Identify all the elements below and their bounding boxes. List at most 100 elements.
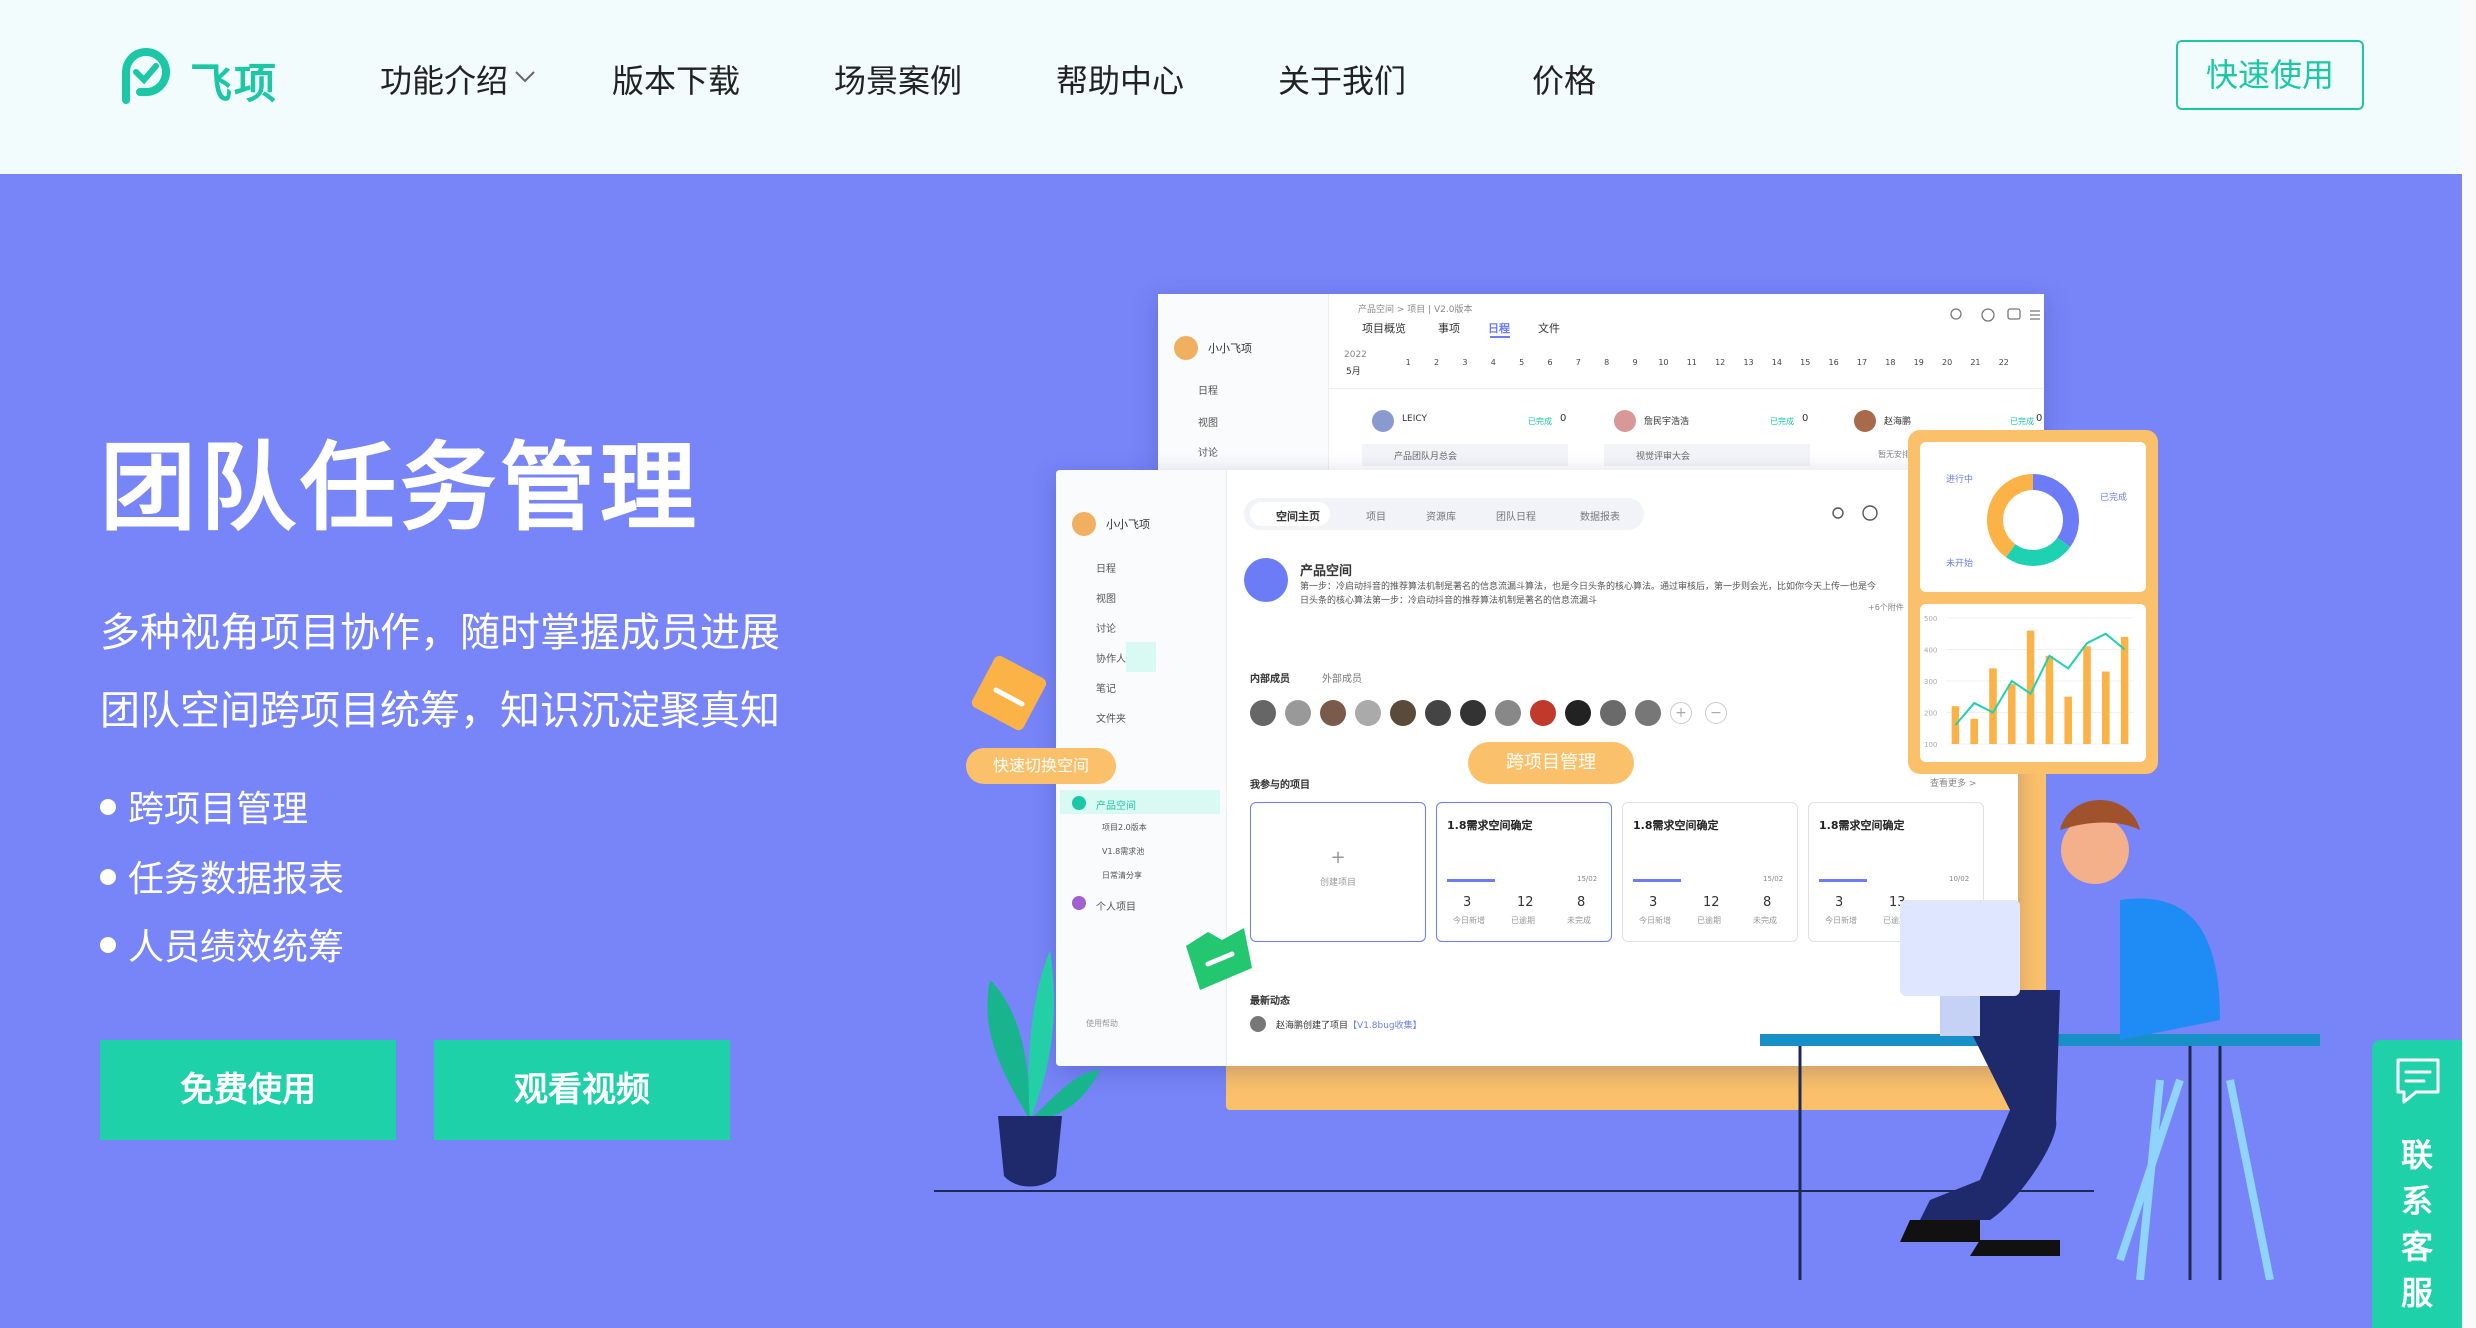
free-use-button[interactable]: 免费使用 bbox=[100, 1040, 396, 1140]
day-cell[interactable]: 6 bbox=[1536, 358, 1564, 367]
sidebar-item[interactable]: 讨论 bbox=[1198, 444, 1218, 459]
member-avatar[interactable] bbox=[1530, 700, 1556, 726]
member-avatar[interactable] bbox=[1250, 700, 1276, 726]
sidebar-item[interactable]: 视图 bbox=[1096, 590, 1116, 605]
tab-space-home[interactable]: 空间主页 bbox=[1276, 508, 1320, 524]
internal-members-tab[interactable]: 内部成员 bbox=[1250, 670, 1290, 685]
day-cell[interactable]: 14 bbox=[1763, 358, 1791, 367]
sidebar-item[interactable]: 文件夹 bbox=[1096, 710, 1126, 725]
member-avatar[interactable] bbox=[1390, 700, 1416, 726]
schedule-sidebar bbox=[1158, 294, 1329, 474]
member-avatar[interactable] bbox=[1565, 700, 1591, 726]
day-cell[interactable]: 3 bbox=[1451, 358, 1479, 367]
chat-icon bbox=[2396, 1058, 2440, 1104]
nav-features[interactable]: 功能介绍 bbox=[380, 56, 535, 102]
create-project-label: 创建项目 bbox=[1319, 878, 1356, 888]
sidebar-item[interactable]: 讨论 bbox=[1096, 620, 1116, 635]
watch-video-button[interactable]: 观看视频 bbox=[434, 1040, 730, 1140]
day-cell[interactable]: 21 bbox=[1961, 358, 1989, 367]
day-cell[interactable]: 1 bbox=[1394, 358, 1422, 367]
day-cell[interactable]: 17 bbox=[1848, 358, 1876, 367]
space-tree-child[interactable]: 日常清分享 bbox=[1102, 870, 1142, 881]
day-cell[interactable]: 9 bbox=[1621, 358, 1649, 367]
progress-bar bbox=[1447, 879, 1495, 882]
day-cell[interactable]: 13 bbox=[1734, 358, 1762, 367]
chevron-down-icon bbox=[515, 71, 535, 83]
member-name: 詹民宇浩浩 bbox=[1644, 417, 1690, 427]
avatar bbox=[1072, 512, 1096, 536]
day-cell[interactable]: 5 bbox=[1507, 358, 1535, 367]
day-cell[interactable]: 22 bbox=[1990, 358, 2018, 367]
quick-start-button[interactable]: 快速使用 bbox=[2176, 40, 2364, 110]
add-member-icon[interactable]: − bbox=[1705, 702, 1727, 724]
day-cell[interactable]: 8 bbox=[1593, 358, 1621, 367]
member-avatar[interactable] bbox=[1635, 700, 1661, 726]
attachments-count[interactable]: +6个附件 bbox=[1868, 602, 1904, 613]
space-name: 产品空间 bbox=[1300, 564, 1353, 579]
sidebar-item[interactable]: 日程 bbox=[1198, 382, 1218, 397]
brand-logo[interactable]: 飞项 bbox=[112, 42, 282, 114]
day-cell[interactable]: 10 bbox=[1649, 358, 1677, 367]
tab-items[interactable]: 事项 bbox=[1438, 320, 1460, 336]
member-count: 0 bbox=[2036, 413, 2043, 424]
space-tree-root[interactable]: 产品空间 bbox=[1096, 797, 1136, 812]
stat-label: 未完成 bbox=[1567, 916, 1591, 925]
donut-chart: 进行中已完成未开始 bbox=[1946, 473, 2127, 569]
member-name: LEICY bbox=[1402, 414, 1427, 424]
sidebar-item[interactable]: 日程 bbox=[1096, 560, 1116, 575]
add-member-icon[interactable]: + bbox=[1670, 702, 1692, 724]
hero-bullet: 任务数据报表 bbox=[100, 850, 344, 902]
day-cell[interactable]: 15 bbox=[1791, 358, 1819, 367]
nav-cases[interactable]: 场景案例 bbox=[834, 56, 962, 102]
external-members-tab[interactable]: 外部成员 bbox=[1322, 670, 1362, 685]
tab-projects[interactable]: 项目 bbox=[1366, 508, 1386, 523]
divider bbox=[1328, 388, 2044, 389]
nav-download[interactable]: 版本下载 bbox=[612, 56, 740, 102]
tab-overview[interactable]: 项目概览 bbox=[1362, 320, 1406, 336]
hero-line-2: 团队空间跨项目统筹，知识沉淀聚真知 bbox=[100, 688, 780, 734]
tab-schedule[interactable]: 日程 bbox=[1488, 320, 1510, 336]
member-count: 0 bbox=[1560, 413, 1567, 424]
day-cell[interactable]: 12 bbox=[1706, 358, 1734, 367]
nav-features-label: 功能介绍 bbox=[380, 62, 509, 100]
contact-label: 联系客服 bbox=[2400, 1136, 2433, 1312]
toolbar-icons[interactable] bbox=[1950, 308, 2040, 322]
search-help-icons[interactable] bbox=[1830, 504, 1880, 524]
tab-resources[interactable]: 资源库 bbox=[1426, 508, 1456, 523]
day-cell[interactable]: 7 bbox=[1564, 358, 1592, 367]
bar bbox=[2064, 696, 2072, 744]
day-cell[interactable]: 20 bbox=[1933, 358, 1961, 367]
tab-team-schedule[interactable]: 团队日程 bbox=[1496, 508, 1536, 523]
member-avatar[interactable] bbox=[1355, 700, 1381, 726]
member-avatar[interactable] bbox=[1460, 700, 1486, 726]
sidebar-item[interactable]: 笔记 bbox=[1096, 680, 1116, 695]
day-cell[interactable]: 18 bbox=[1876, 358, 1904, 367]
day-cell[interactable]: 2 bbox=[1422, 358, 1450, 367]
day-cell[interactable]: 19 bbox=[1905, 358, 1933, 367]
nav-help[interactable]: 帮助中心 bbox=[1056, 56, 1184, 102]
activity-entry: 赵海鹏创建了项目【V1.8bug收集】 bbox=[1276, 1021, 1422, 1031]
sidebar-item[interactable]: 协作人 bbox=[1096, 650, 1126, 665]
space-tree-child[interactable]: V1.8需求池 bbox=[1102, 846, 1144, 857]
nav-pricing[interactable]: 价格 bbox=[1532, 56, 1596, 102]
member-avatar[interactable] bbox=[1320, 700, 1346, 726]
contact-support-button[interactable]: 联系客服 bbox=[2372, 1040, 2462, 1328]
space-tree-child[interactable]: 项目2.0版本 bbox=[1102, 822, 1147, 833]
personal-project[interactable]: 个人项目 bbox=[1096, 898, 1136, 913]
day-cell[interactable]: 11 bbox=[1678, 358, 1706, 367]
create-project-card[interactable]: + 创建项目 bbox=[1250, 802, 1426, 942]
day-cell[interactable]: 4 bbox=[1479, 358, 1507, 367]
tab-data-report[interactable]: 数据报表 bbox=[1580, 508, 1620, 523]
member-avatar[interactable] bbox=[1495, 700, 1521, 726]
note-sticker-icon bbox=[971, 655, 1047, 731]
nav-about[interactable]: 关于我们 bbox=[1278, 56, 1406, 102]
trend-line bbox=[1954, 632, 2126, 726]
tab-files[interactable]: 文件 bbox=[1538, 320, 1560, 336]
member-avatar[interactable] bbox=[1285, 700, 1311, 726]
member-avatar[interactable] bbox=[1425, 700, 1451, 726]
project-card[interactable]: 1.8需求空间确定 15/02 3 12 8 今日新增 已逾期 未完成 bbox=[1436, 802, 1612, 942]
day-cell[interactable]: 16 bbox=[1819, 358, 1847, 367]
page-scrollbar[interactable] bbox=[2462, 0, 2476, 1328]
sidebar-item[interactable]: 视图 bbox=[1198, 414, 1218, 429]
member-avatar[interactable] bbox=[1600, 700, 1626, 726]
